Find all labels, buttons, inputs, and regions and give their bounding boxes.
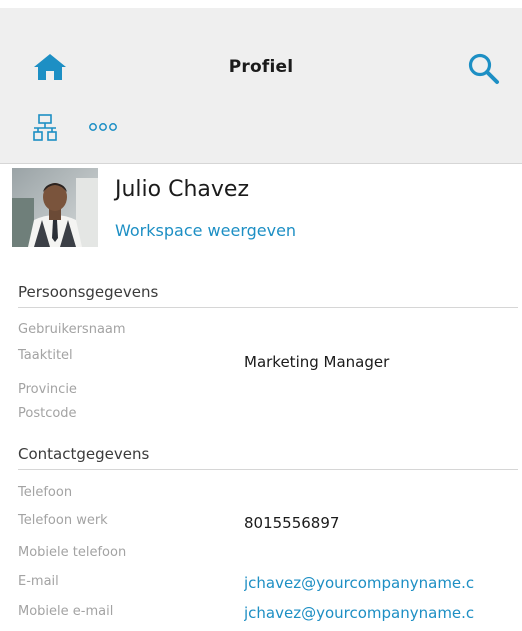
field-value-email[interactable]: jchavez@yourcompanyname.c bbox=[244, 574, 474, 592]
section-header-contact: Contactgegevens bbox=[18, 445, 518, 470]
field-label-phone: Telefoon bbox=[18, 485, 73, 500]
page-title: Profiel bbox=[228, 57, 294, 77]
more-options-icon bbox=[89, 123, 117, 131]
field-value-mobile-email[interactable]: jchavez@yourcompanyname.c bbox=[244, 604, 474, 622]
field-label-province: Provincie bbox=[18, 382, 77, 397]
org-chart-button[interactable] bbox=[33, 114, 57, 142]
user-photo bbox=[12, 168, 98, 247]
view-workspace-link[interactable]: Workspace weergeven bbox=[115, 221, 296, 240]
field-label-email: E-mail bbox=[18, 574, 59, 589]
field-label-mobile-phone: Mobiele telefoon bbox=[18, 545, 127, 560]
search-icon bbox=[468, 53, 499, 84]
more-options-button[interactable] bbox=[86, 118, 122, 136]
profile-name: Julio Chavez bbox=[115, 177, 249, 202]
field-value-job-title: Marketing Manager bbox=[244, 353, 390, 371]
app-header: Profiel bbox=[0, 0, 522, 164]
field-label-work-phone: Telefoon werk bbox=[18, 513, 108, 528]
profile-screen: Profiel Julio Chavez Workspace weergeven… bbox=[0, 0, 522, 631]
section-header-personal: Persoonsgegevens bbox=[18, 283, 518, 308]
field-label-job-title: Taaktitel bbox=[18, 348, 73, 363]
search-button[interactable] bbox=[467, 52, 501, 86]
status-strip bbox=[0, 0, 522, 8]
field-label-mobile-email: Mobiele e-mail bbox=[18, 604, 114, 619]
avatar bbox=[12, 168, 98, 247]
field-value-work-phone[interactable]: 8015556897 bbox=[244, 514, 339, 532]
org-chart-icon bbox=[33, 114, 57, 141]
field-label-username: Gebruikersnaam bbox=[18, 322, 126, 337]
field-label-postcode: Postcode bbox=[18, 406, 77, 421]
